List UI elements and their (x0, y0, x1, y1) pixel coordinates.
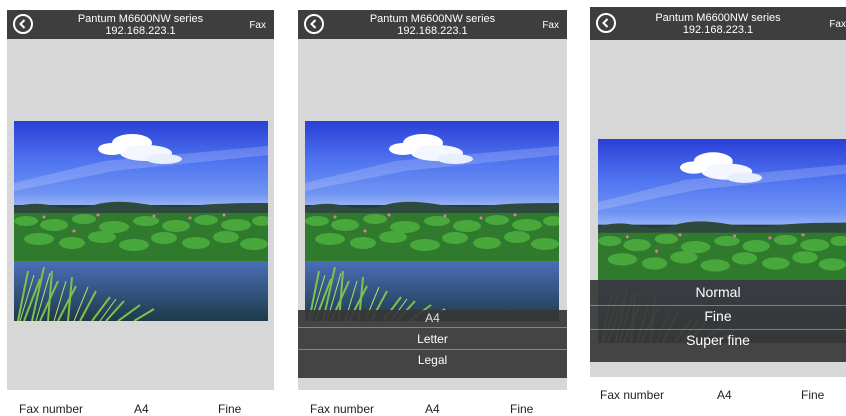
bottom-bar-1: Fax number A4 Fine (7, 390, 274, 416)
fax-mode-button[interactable]: Fax (542, 20, 559, 31)
picker-divider (590, 305, 846, 306)
preview-image (305, 121, 559, 321)
picker-divider (298, 327, 567, 328)
resolution-button[interactable]: Fine (218, 402, 241, 416)
printer-name: Pantum M6600NW series (655, 12, 781, 24)
picker-divider (590, 329, 846, 330)
header-bar: Pantum M6600NW series 192.168.223.1 Fax (7, 10, 274, 39)
printer-ip: 192.168.223.1 (397, 25, 468, 37)
paper-size-picker[interactable]: A4 Letter Legal (298, 310, 567, 378)
picker-divider (298, 349, 567, 350)
fax-mode-button[interactable]: Fax (249, 20, 266, 31)
header-bar: Pantum M6600NW series 192.168.223.1 Fax (298, 10, 567, 39)
page-title: Pantum M6600NW series 192.168.223.1 (590, 12, 846, 36)
printer-ip: 192.168.223.1 (682, 24, 754, 36)
resolution-button[interactable]: Fine (510, 402, 533, 416)
paper-size-button[interactable]: A4 (134, 402, 149, 416)
screen-2: Pantum M6600NW series 192.168.223.1 Fax … (298, 10, 567, 390)
resolution-picker[interactable]: Normal Fine Super fine (590, 280, 846, 362)
printer-ip: 192.168.223.1 (105, 25, 176, 37)
lake-photo (14, 121, 268, 321)
picker-option-letter[interactable]: Letter (298, 332, 567, 346)
paper-size-button[interactable]: A4 (425, 402, 440, 416)
picker-option-normal[interactable]: Normal (590, 284, 846, 300)
fax-number-button[interactable]: Fax number (600, 388, 664, 402)
fax-number-button[interactable]: Fax number (19, 402, 83, 416)
printer-name: Pantum M6600NW series (77, 13, 204, 25)
printer-name: Pantum M6600NW series (369, 13, 496, 25)
page-title: Pantum M6600NW series 192.168.223.1 (7, 13, 274, 37)
bottom-bar-2: Fax number A4 Fine (298, 390, 567, 416)
fax-mode-button[interactable]: Fax (829, 19, 846, 30)
fax-number-button[interactable]: Fax number (310, 402, 374, 416)
picker-option-legal[interactable]: Legal (298, 353, 567, 367)
screen-1: Pantum M6600NW series 192.168.223.1 Fax (7, 10, 274, 390)
header-bar: Pantum M6600NW series 192.168.223.1 Fax (590, 7, 846, 40)
picker-option-a4[interactable]: A4 (298, 311, 567, 325)
resolution-button[interactable]: Fine (801, 388, 824, 402)
page-title: Pantum M6600NW series 192.168.223.1 (298, 13, 567, 37)
lake-photo (305, 121, 559, 321)
screen-3: Pantum M6600NW series 192.168.223.1 Fax … (590, 7, 846, 377)
picker-option-fine[interactable]: Fine (590, 308, 846, 324)
paper-size-button[interactable]: A4 (717, 388, 732, 402)
picker-option-super-fine[interactable]: Super fine (590, 332, 846, 348)
bottom-bar-3: Fax number A4 Fine (590, 377, 846, 416)
preview-image (14, 121, 268, 321)
